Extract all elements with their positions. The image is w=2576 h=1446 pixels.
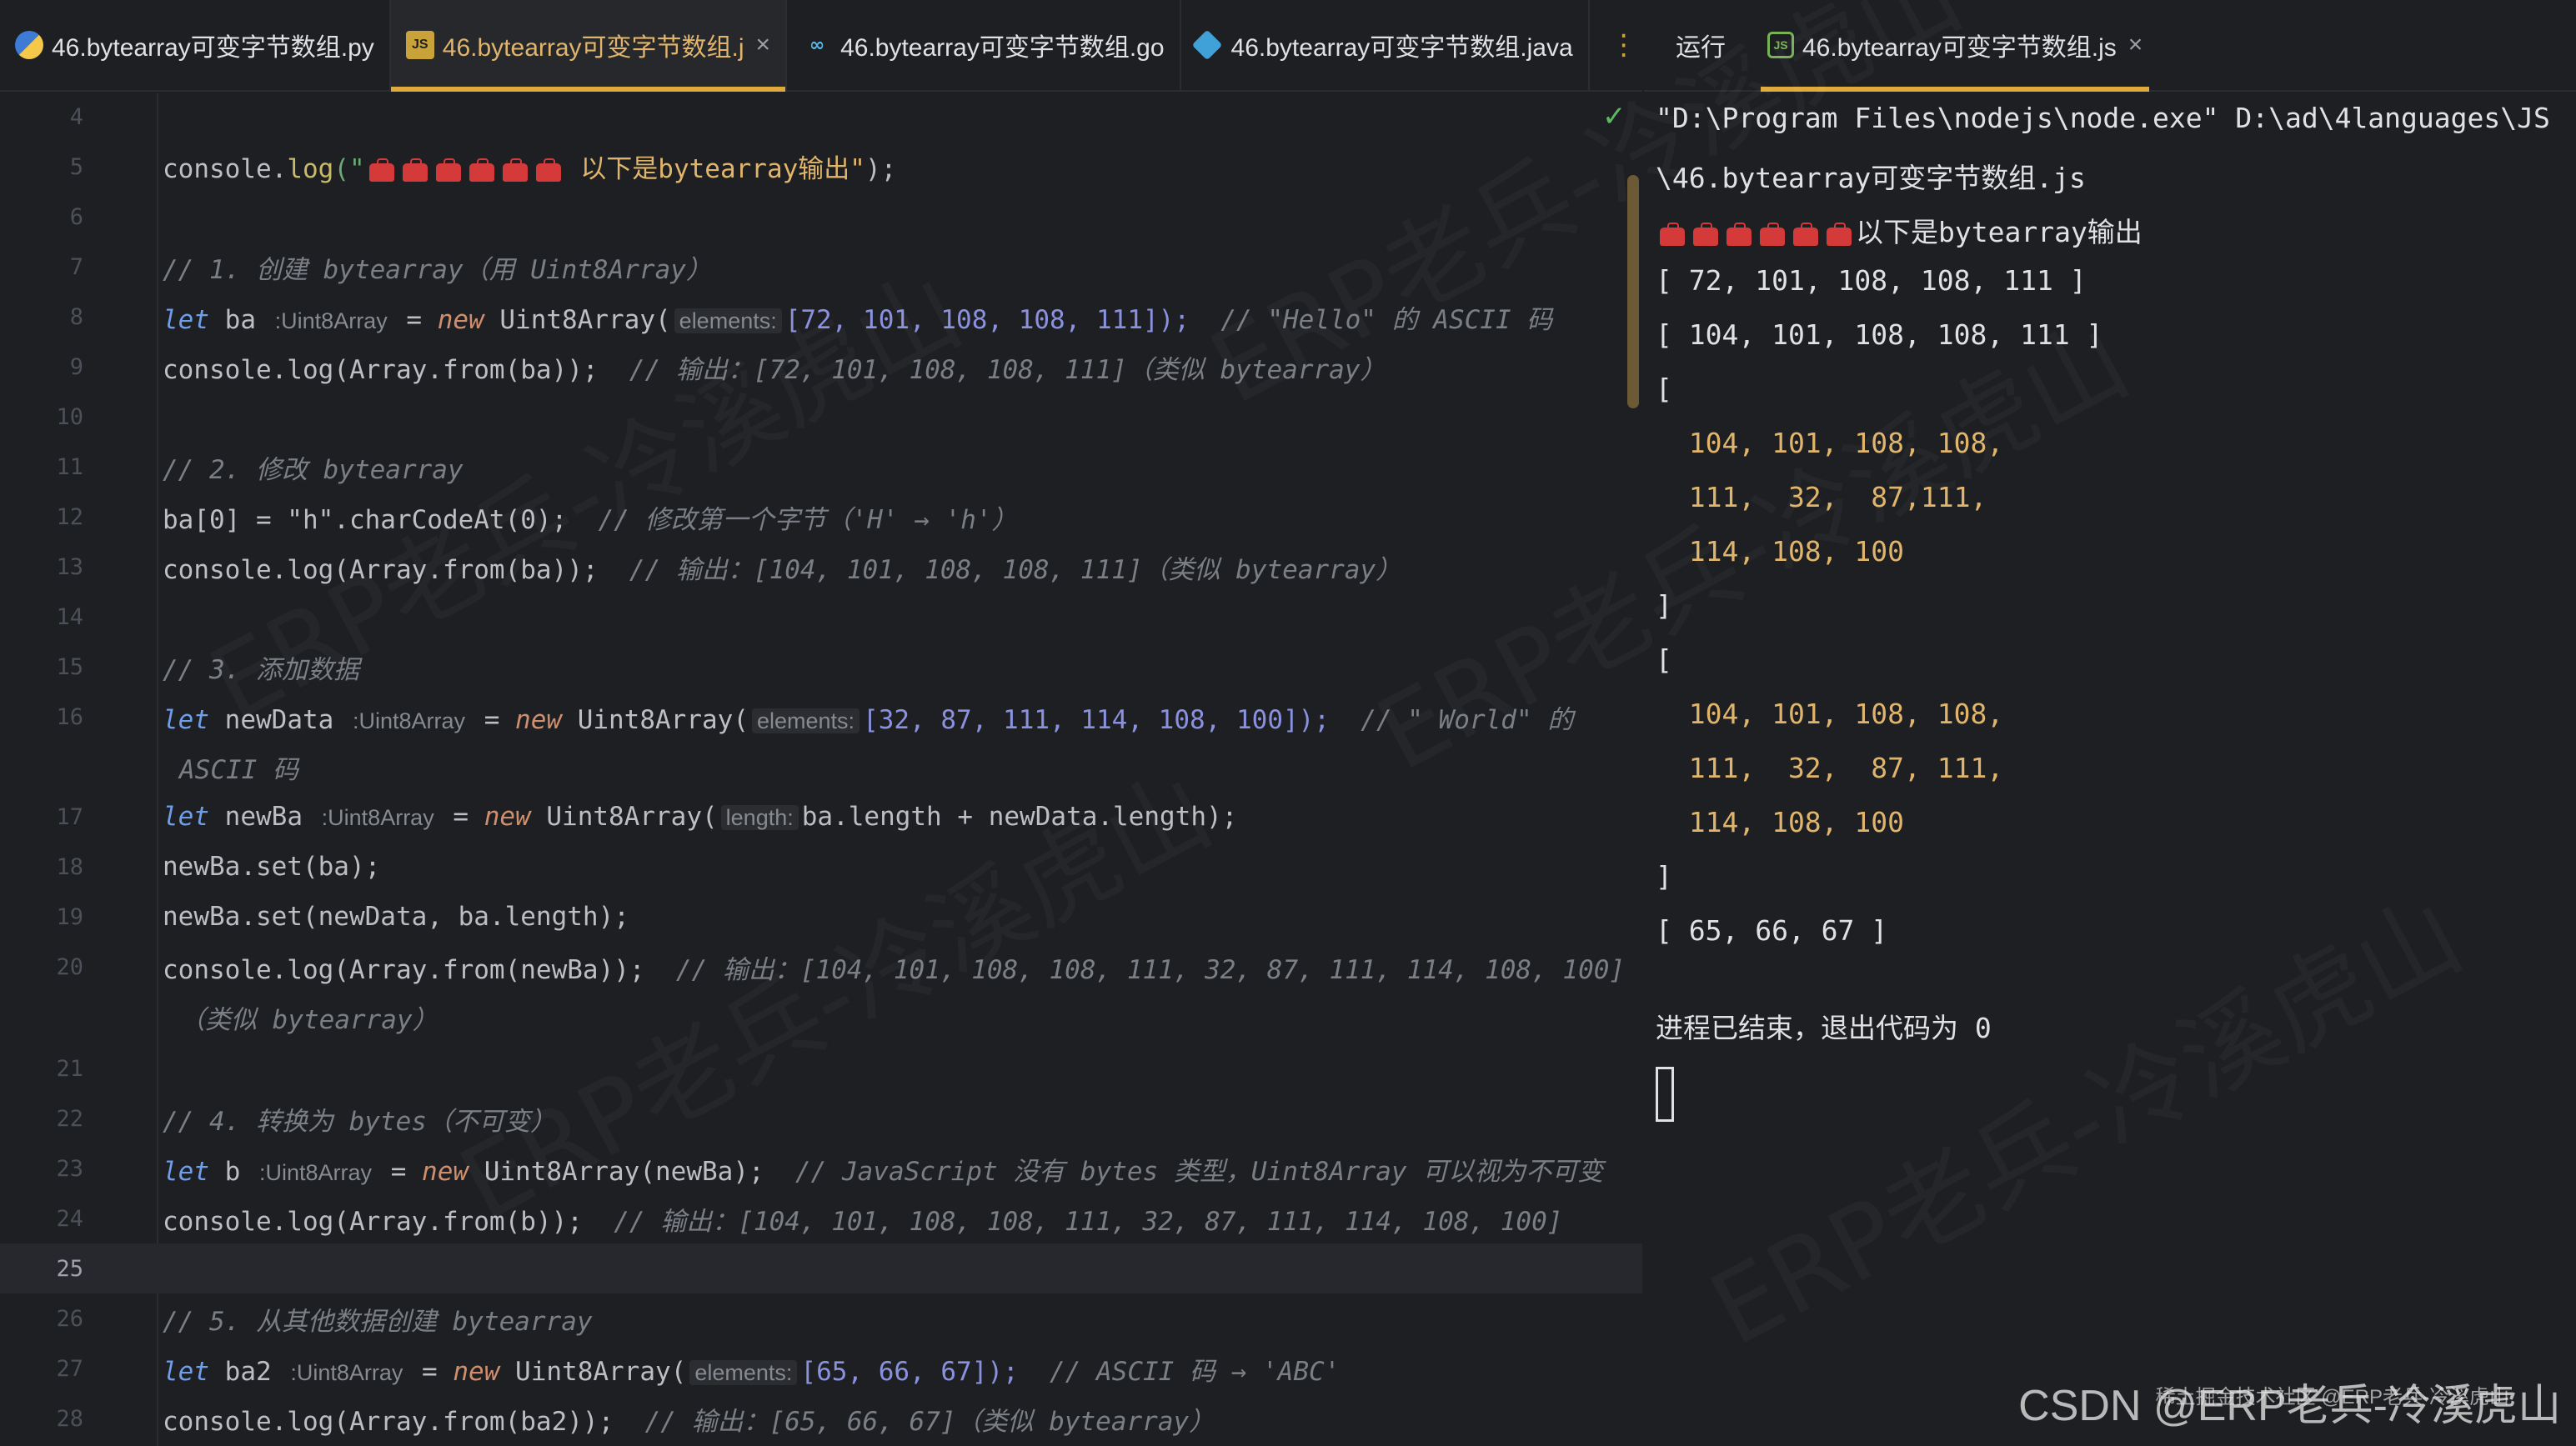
code-line: 21 (56, 1055, 83, 1082)
tab-python-file[interactable]: 46.bytearray可变字节数组.py (0, 0, 391, 90)
console-array-output: [ 104, 101, 108, 108, 111 ] (1656, 318, 2103, 351)
code-line: 15 // 3. 添加数据 (56, 653, 359, 685)
code-line: 10 (56, 403, 83, 430)
code-line: 16 let newData :Uint8Array = new Uint8Ar… (56, 703, 1574, 735)
tab-label: 46.bytearray可变字节数组.go (840, 34, 1165, 62)
code-line: 5 console.log(" 以下是bytearray输出"); (69, 153, 897, 186)
code-line: 23 let b :Uint8Array = new Uint8Array(ne… (56, 1155, 1604, 1187)
briefcase-icon (368, 158, 394, 182)
code-line: 8 let ba :Uint8Array = new Uint8Array(el… (69, 303, 1553, 335)
code-line: 28 console.log(Array.from(ba2)); // 输出：[… (56, 1405, 1215, 1437)
java-icon (1191, 29, 1222, 61)
run-tab-bar: 运行 JS 46.bytearray可变字节数组.js × (1644, 0, 2576, 92)
console-command: "D:\Program Files\nodejs\node.exe" D:\ad… (1656, 102, 2550, 134)
emoji-bags (1656, 218, 1856, 250)
console-array-row: 114, 108, 100 (1656, 806, 1905, 838)
close-icon[interactable]: × (756, 31, 771, 59)
tab-java-file[interactable]: 46.bytearray可变字节数组.java (1181, 0, 1590, 90)
close-icon[interactable]: × (2128, 31, 2143, 59)
code-line: 24 console.log(Array.from(b)); // 输出：[10… (56, 1205, 1563, 1237)
run-console[interactable]: "D:\Program Files\nodejs\node.exe" D:\ad… (1644, 93, 2576, 1446)
code-line: 17 let newBa :Uint8Array = new Uint8Arra… (56, 802, 1238, 832)
code-editor[interactable]: 4 5 console.log(" 以下是bytearray输出"); 6 7 … (0, 93, 1642, 1446)
console-array-row: 104, 101, 108, 108, (1656, 698, 2004, 730)
code-line: 22 // 4. 转换为 bytes（不可变） (56, 1105, 556, 1137)
console-line: ] (1656, 589, 1672, 622)
check-icon: ✓ (1602, 101, 1626, 133)
csdn-watermark: CSDN @ERP老兵-冷溪虎山 (2018, 1382, 2561, 1430)
tab-label: 46.bytearray可变字节数组.js (1802, 34, 2117, 62)
code-line: 26 // 5. 从其他数据创建 bytearray (56, 1305, 593, 1337)
console-array-output: [ 72, 101, 108, 108, 111 ] (1656, 264, 2087, 297)
console-line: [ (1656, 373, 1672, 405)
console-scrollbar[interactable] (1627, 175, 1639, 408)
code-line: 7 // 1. 创建 bytearray（用 Uint8Array） (69, 253, 712, 285)
code-line: 20 console.log(Array.from(newBa)); // 输出… (56, 953, 1626, 985)
briefcase-icon (1827, 223, 1852, 246)
code-line: 27 let ba2 :Uint8Array = new Uint8Array(… (56, 1355, 1341, 1387)
briefcase-icon (1693, 223, 1718, 246)
nodejs-icon: JS (1767, 32, 1794, 58)
code-line: 6 (69, 203, 83, 230)
process-exit-message: 进程已结束，退出代码为 0 (1656, 1012, 1992, 1044)
code-line: 4 (69, 103, 83, 130)
code-line: 9 console.log(Array.from(ba)); // 输出：[72… (69, 353, 1386, 385)
tab-javascript-file[interactable]: JS 46.bytearray可变字节数组.j × (390, 0, 788, 92)
tab-go-file[interactable]: ∞ 46.bytearray可变字节数组.go (787, 0, 1181, 90)
code-line: 18 newBa.set(ba); (56, 852, 381, 882)
code-line: ASCII 码 (179, 754, 298, 785)
tab-label: 46.bytearray可变字节数组.j (442, 34, 744, 62)
go-icon: ∞ (809, 34, 825, 56)
code-line: 19 newBa.set(newData, ba.length); (56, 902, 629, 932)
current-line[interactable]: 25 (0, 1243, 1642, 1293)
console-array-row: 111, 32, 87, 111, (1656, 752, 2004, 784)
briefcase-icon (502, 158, 528, 182)
console-line: ] (1656, 860, 1672, 893)
tab-run-config[interactable]: JS 46.bytearray可变字节数组.js × (1752, 0, 2158, 92)
run-panel-title: 运行 (1676, 34, 1726, 62)
input-cursor[interactable] (1656, 1067, 1674, 1122)
tab-label: 46.bytearray可变字节数组.java (1230, 34, 1573, 62)
console-array-row: 104, 101, 108, 108, (1656, 427, 2004, 459)
console-command-cont: \46.bytearray可变字节数组.js (1656, 162, 2086, 194)
console-array-output: [ 65, 66, 67 ] (1656, 914, 1888, 947)
briefcase-icon (1793, 223, 1818, 246)
code-line: 11 // 2. 修改 bytearray (56, 453, 464, 485)
emoji-bags (365, 156, 565, 186)
code-line: （类似 bytearray） (179, 1004, 439, 1035)
briefcase-icon (402, 158, 428, 182)
briefcase-icon (535, 158, 561, 182)
code-line: 12 ba[0] = "h".charCodeAt(0); // 修改第一个字节… (56, 503, 1018, 535)
console-line: [ (1656, 643, 1672, 676)
console-array-row: 111, 32, 87,111, (1656, 481, 1987, 513)
console-line: 以下是bytearray输出 (1656, 210, 2142, 250)
code-line: 13 console.log(Array.from(ba)); // 输出：[1… (56, 553, 1402, 585)
briefcase-icon (435, 158, 461, 182)
python-icon (15, 31, 43, 59)
tab-label: 46.bytearray可变字节数组.py (52, 34, 374, 62)
javascript-icon: JS (405, 31, 434, 59)
briefcase-icon (1660, 223, 1685, 246)
briefcase-icon (1727, 223, 1752, 246)
code-line: 14 (56, 603, 83, 630)
console-array-row: 114, 108, 100 (1656, 535, 1905, 568)
briefcase-icon (1760, 223, 1785, 246)
briefcase-icon (469, 158, 494, 182)
editor-tab-bar: 46.bytearray可变字节数组.py JS 46.bytearray可变字… (0, 0, 1642, 92)
